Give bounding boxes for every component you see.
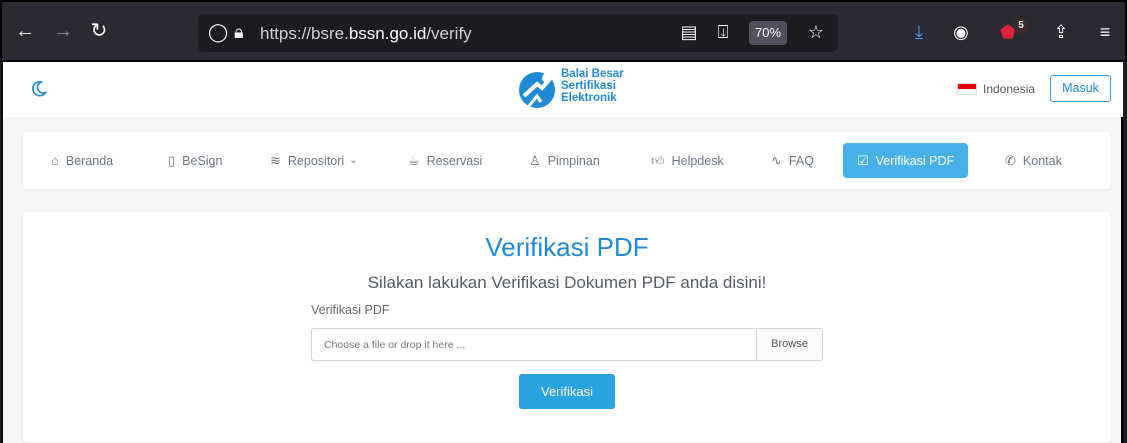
- logo-text: Balai Besar Sertifikasi Elektronik: [561, 68, 624, 104]
- browser-toolbar: ← → ↻ ◯ 🔒︎ https://bsre.bssn.go.id/verif…: [0, 0, 1127, 62]
- page-subtitle: Silakan lakukan Verifikasi Dokumen PDF a…: [367, 273, 767, 292]
- nav-item-repositori[interactable]: ≋ Repositori ⌄: [270, 132, 358, 189]
- downloads-icon[interactable]: ⤓: [906, 19, 932, 45]
- home-icon: ⌂: [51, 153, 59, 168]
- reload-icon[interactable]: ↻: [86, 19, 112, 43]
- nav-item-verifikasi-pdf[interactable]: ☑ Verifikasi PDF: [843, 143, 969, 178]
- activity-icon: ∿: [771, 152, 782, 168]
- forward-icon[interactable]: →: [50, 19, 76, 43]
- site-header: Balai Besar Sertifikasi Elektronik Indon…: [3, 62, 1123, 117]
- save-page-icon[interactable]: ⍗: [710, 19, 736, 45]
- file-input-placeholder: Choose a file or drop it here ...: [324, 339, 466, 351]
- shield-icon[interactable]: ◯: [208, 22, 228, 42]
- thumbs-up-icon: 👍︎: [651, 152, 665, 168]
- nav-item-kontak[interactable]: ✆ Kontak: [1005, 132, 1062, 189]
- reader-view-icon[interactable]: ▤: [676, 19, 702, 45]
- pdf-file-input[interactable]: Choose a file or drop it here ... Browse: [311, 328, 823, 361]
- bookmark-star-icon[interactable]: ☆: [803, 19, 829, 45]
- main-nav: ⌂ Beranda ▯ BeSign ≋ Repositori ⌄ ☕︎ Res…: [23, 132, 1111, 189]
- site-logo[interactable]: Balai Besar Sertifikasi Elektronik: [515, 66, 645, 116]
- verify-button[interactable]: Verifikasi: [519, 374, 615, 409]
- indonesia-flag-icon: [957, 83, 977, 95]
- logo-icon: [519, 72, 555, 108]
- browse-button[interactable]: Browse: [756, 329, 822, 360]
- language-selector[interactable]: Indonesia: [957, 79, 1035, 99]
- zoom-level[interactable]: 70%: [749, 21, 787, 45]
- check-square-icon: ☑: [857, 152, 869, 168]
- file-field-label: Verifikasi PDF: [311, 303, 390, 317]
- share-icon[interactable]: ⇪: [1048, 19, 1074, 45]
- phone-icon: ▯: [168, 152, 176, 168]
- language-label: Indonesia: [983, 82, 1036, 96]
- nav-item-besign[interactable]: ▯ BeSign: [168, 132, 222, 189]
- back-icon[interactable]: ←: [12, 19, 38, 43]
- extension-badge: 5: [1014, 19, 1028, 33]
- web-page: Balai Besar Sertifikasi Elektronik Indon…: [2, 62, 1123, 443]
- nav-item-reservasi[interactable]: ☕︎ Reservasi: [408, 132, 482, 189]
- url-text[interactable]: https://bsre.bssn.go.id/verify: [260, 24, 472, 44]
- cup-icon: ☕︎: [408, 152, 420, 168]
- menu-icon[interactable]: ≡: [1092, 19, 1118, 45]
- login-button[interactable]: Masuk: [1050, 75, 1111, 102]
- nav-item-pimpinan[interactable]: ♙ Pimpinan: [529, 132, 600, 189]
- lock-icon[interactable]: 🔒︎: [234, 22, 244, 42]
- nav-item-faq[interactable]: ∿ FAQ: [771, 132, 814, 189]
- nav-item-beranda[interactable]: ⌂ Beranda: [51, 132, 113, 189]
- nav-item-helpdesk[interactable]: 👍︎ Helpdesk: [651, 132, 724, 189]
- user-icon: ♙: [529, 152, 541, 168]
- page-title: Verifikasi PDF: [485, 232, 649, 262]
- moon-icon[interactable]: [29, 79, 49, 99]
- account-icon[interactable]: ◉: [948, 19, 974, 45]
- chevron-down-icon: ⌄: [349, 155, 358, 166]
- layers-icon: ≋: [270, 152, 281, 168]
- phone-call-icon: ✆: [1005, 152, 1016, 168]
- verify-card: Verifikasi PDF Silakan lakukan Verifikas…: [23, 212, 1111, 442]
